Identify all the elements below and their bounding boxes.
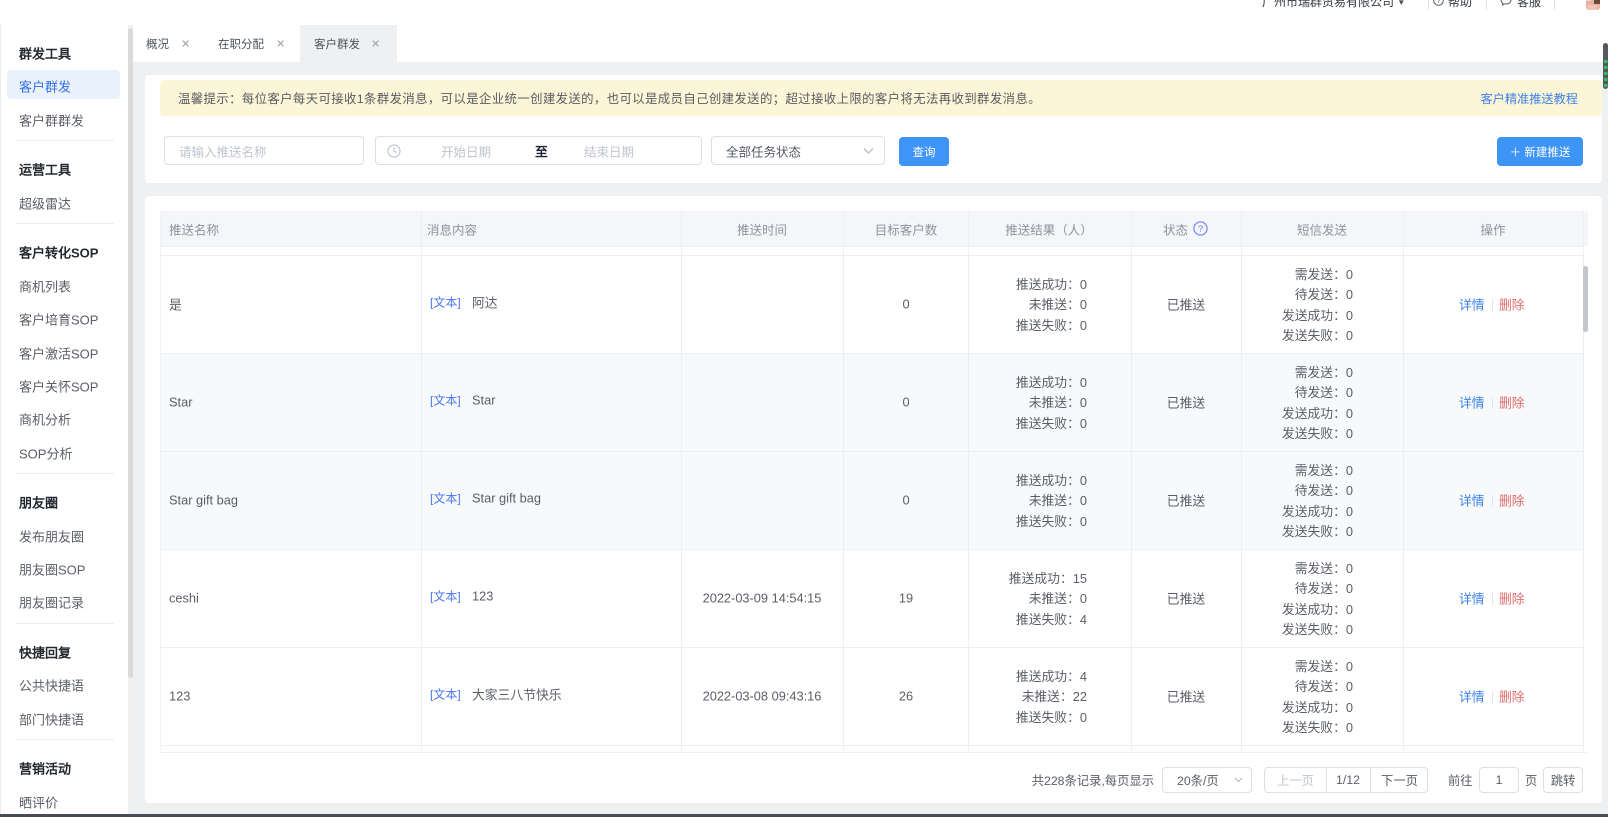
svg-text:?: ?	[1437, 0, 1441, 5]
svg-text:?: ?	[1198, 224, 1203, 235]
